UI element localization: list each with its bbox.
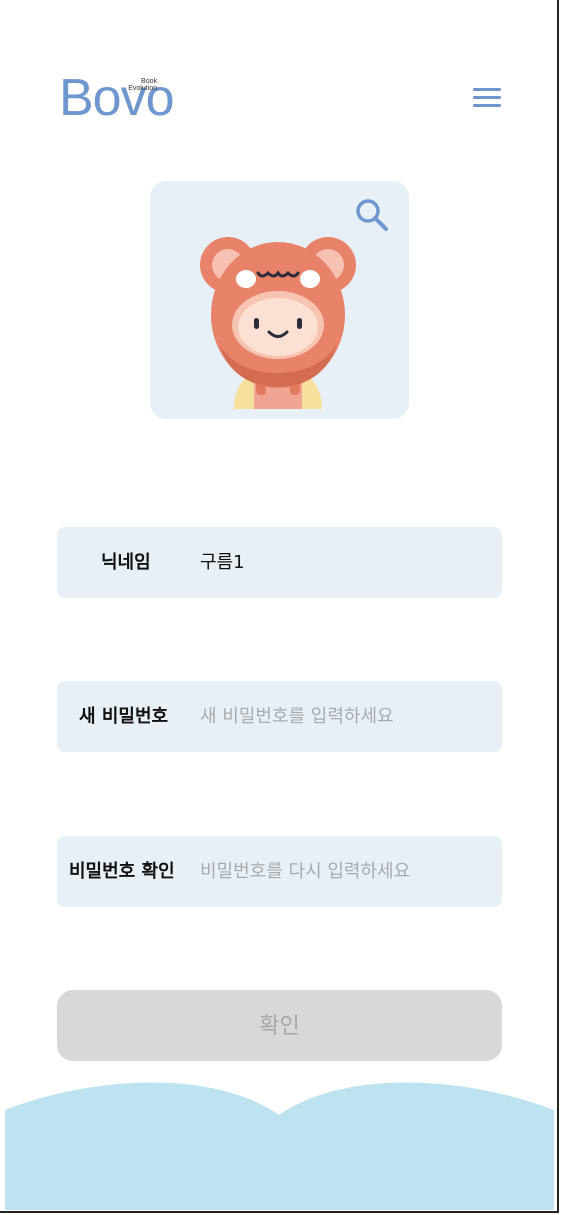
nickname-field: 닉네임 구름1	[57, 527, 502, 598]
bear-costume-avatar-image	[198, 235, 358, 409]
app-screen: Bovo Book Evolution 닉네임 구름1 새 비밀번호 비밀번호 …	[0, 0, 559, 1213]
hamburger-menu-icon[interactable]	[472, 86, 502, 108]
open-book-decoration	[5, 1080, 554, 1210]
logo-tagline-line2: Evolution	[128, 85, 157, 92]
new-password-field: 새 비밀번호	[57, 681, 502, 752]
logo-tagline-line1: Book	[141, 78, 157, 85]
profile-avatar-card	[150, 181, 409, 419]
nickname-value: 구름1	[200, 552, 245, 573]
confirm-password-field: 비밀번호 확인	[57, 836, 502, 907]
new-password-input[interactable]	[200, 681, 490, 752]
new-password-label: 새 비밀번호	[79, 706, 169, 727]
logo-tagline: Book Evolution	[128, 78, 157, 92]
magnifier-icon[interactable]	[353, 196, 391, 234]
confirm-password-label: 비밀번호 확인	[69, 861, 175, 882]
nickname-label: 닉네임	[101, 552, 151, 573]
confirm-button[interactable]: 확인	[57, 990, 502, 1061]
bovo-logo[interactable]: Bovo Book Evolution	[59, 70, 175, 126]
confirm-password-input[interactable]	[200, 836, 490, 907]
